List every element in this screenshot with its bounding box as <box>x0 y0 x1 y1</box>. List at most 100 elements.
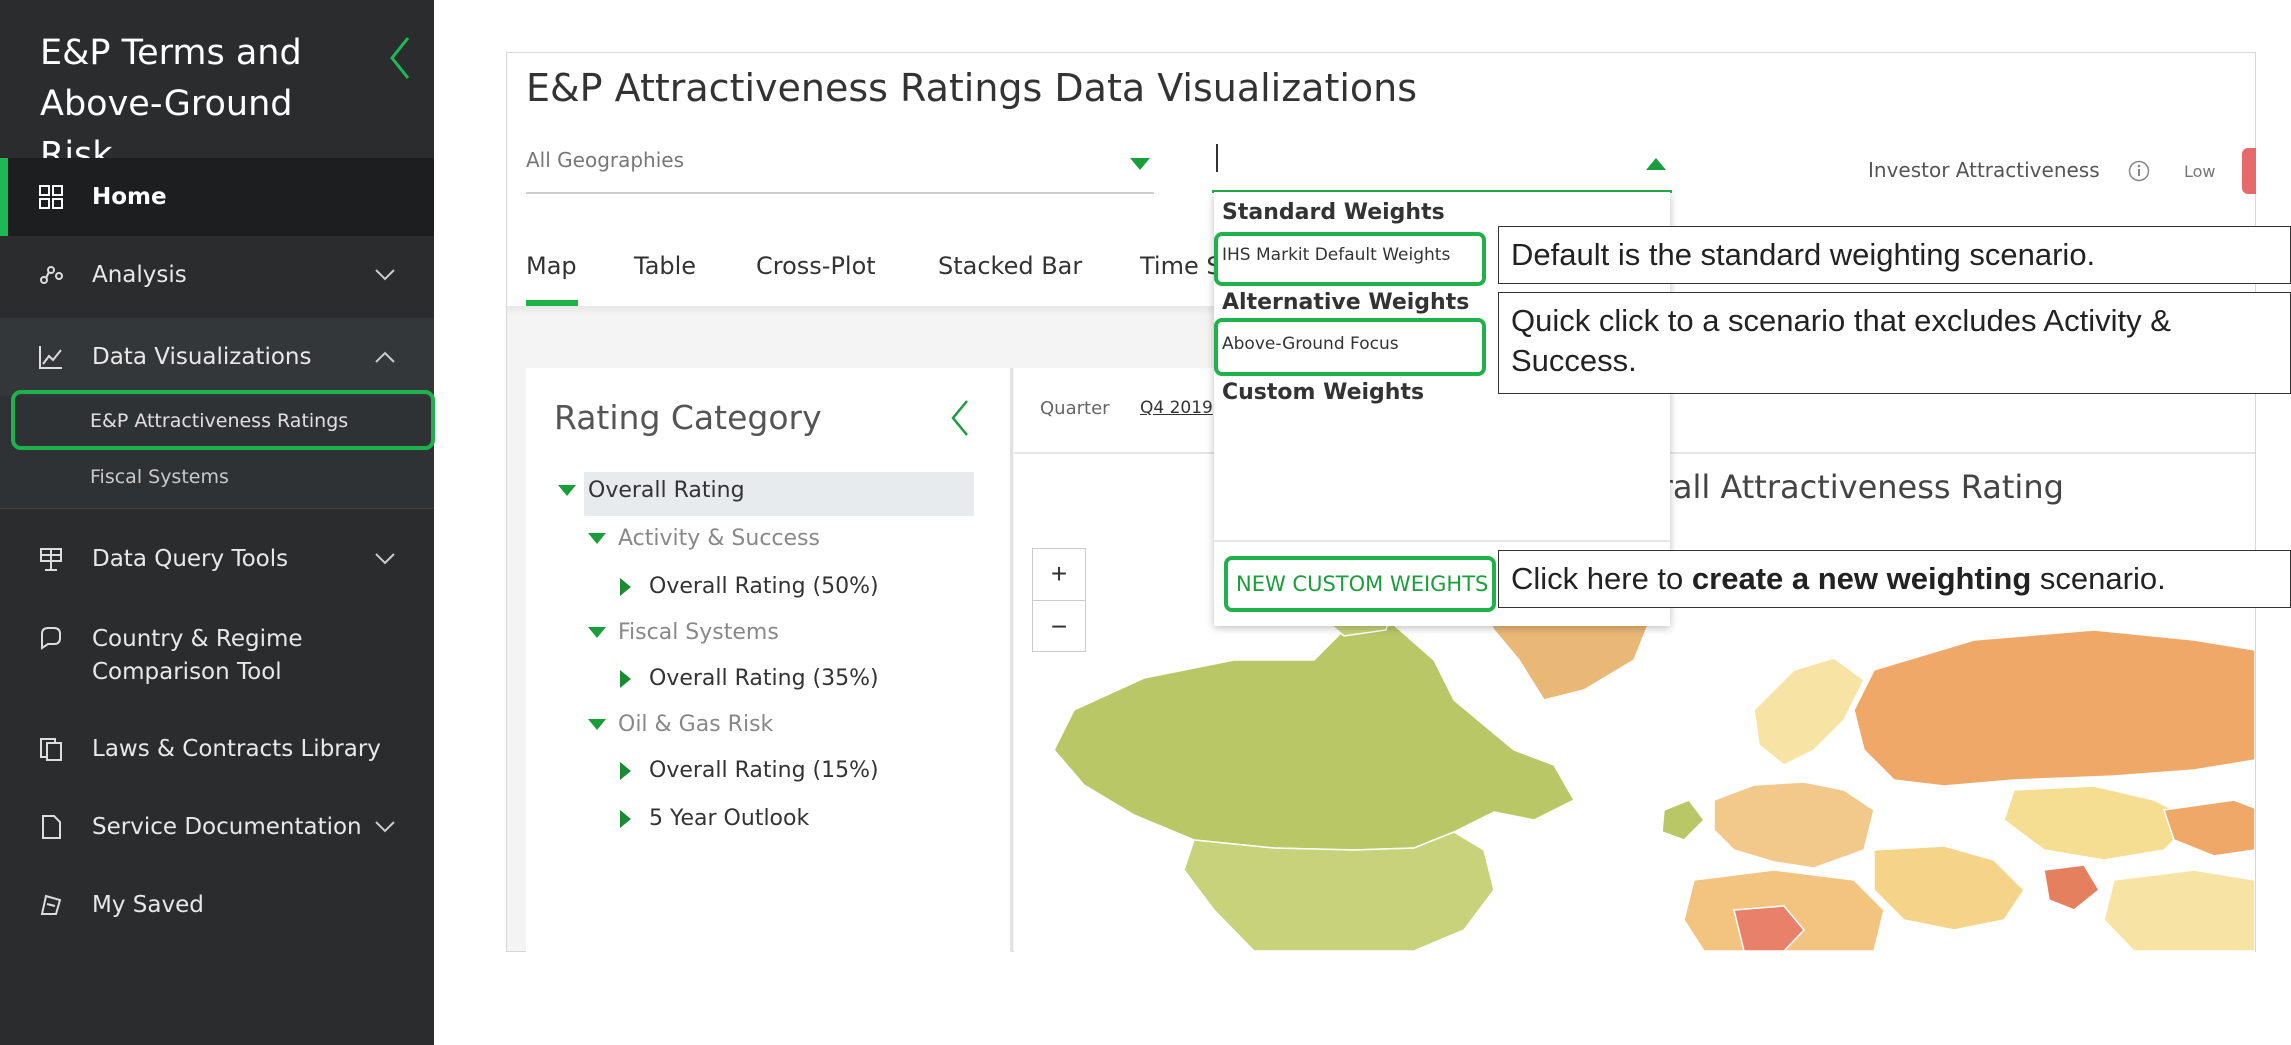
tab-stacked-bar[interactable]: Stacked Bar <box>938 252 1082 280</box>
tree-item-activity-success[interactable]: Activity & Success <box>588 526 820 551</box>
sidebar-item-my-saved[interactable]: My Saved <box>0 866 434 944</box>
map-region-russia <box>1853 629 2255 787</box>
tree-item-5-year-outlook[interactable]: 5 Year Outlook <box>620 806 809 831</box>
chevron-down-icon <box>375 821 395 833</box>
map-region-europe <box>1713 781 1875 869</box>
sidebar-item-analysis[interactable]: Analysis <box>0 236 434 314</box>
map-title: erall Attractiveness Rating <box>1640 468 2064 506</box>
collapse-sidebar-icon[interactable] <box>388 34 412 82</box>
callout-above-ground-focus: Quick click to a scenario that excludes … <box>1498 292 2291 394</box>
quarter-select[interactable]: Q4 2019 <box>1140 398 1213 418</box>
map-region-north-america <box>1053 624 1576 851</box>
map-region-uk <box>1661 799 1705 841</box>
collapse-panel-icon[interactable] <box>950 398 970 438</box>
tree-item-label: Oil & Gas Risk <box>618 712 774 737</box>
tab-table[interactable]: Table <box>634 252 696 280</box>
compare-icon <box>41 627 61 650</box>
sidebar-item-label: Data Query Tools <box>92 546 289 572</box>
tree-item-overall-rating-50[interactable]: Overall Rating (50%) <box>620 574 879 599</box>
info-icon[interactable] <box>2128 160 2150 182</box>
tree-item-fiscal-systems[interactable]: Fiscal Systems <box>588 620 779 645</box>
expanded-icon <box>558 485 576 496</box>
sidebar-item-data-visualizations[interactable]: Data Visualizations <box>0 318 434 396</box>
caret-down-icon[interactable] <box>1130 158 1150 170</box>
tree-item-oil-gas-risk[interactable]: Oil & Gas Risk <box>588 712 773 737</box>
tree-item-overall-rating[interactable]: Overall Rating <box>558 478 745 503</box>
tab-time-series[interactable]: Time S <box>1140 252 1222 280</box>
highlight-box <box>1214 232 1486 286</box>
tree-item-overall-rating-15[interactable]: Overall Rating (15%) <box>620 758 879 783</box>
sidebar-item-label: Data Visualizations <box>92 344 312 370</box>
sidebar-item-label: Country & Regime Comparison Tool <box>92 626 303 685</box>
alternative-weights-header: Alternative Weights <box>1222 290 1470 315</box>
collapsed-icon <box>620 809 631 828</box>
expanded-icon <box>588 533 606 544</box>
sidebar-item-home[interactable]: Home <box>0 158 434 236</box>
callout-default-weights: Default is the standard weighting scenar… <box>1498 226 2291 284</box>
chevron-down-icon <box>375 269 395 281</box>
expanded-icon <box>588 719 606 730</box>
query-icon <box>40 548 62 571</box>
tree-item-overall-rating-35[interactable]: Overall Rating (35%) <box>620 666 879 691</box>
rating-category-title: Rating Category <box>554 398 822 437</box>
tree-item-label: Overall Rating (15%) <box>649 758 879 783</box>
callout-bold-text: create a new weighting <box>1691 561 2032 596</box>
standard-weights-header: Standard Weights <box>1222 200 1445 225</box>
sidebar-item-laws-contracts[interactable]: Laws & Contracts Library <box>0 710 434 788</box>
tree-item-label: Overall Rating <box>588 478 745 503</box>
tab-cross-plot[interactable]: Cross-Plot <box>756 252 876 280</box>
sidebar-item-label: My Saved <box>92 892 204 918</box>
page-title: E&P Attractiveness Ratings Data Visualiz… <box>526 66 1418 110</box>
callout-text: scenario. <box>2031 561 2166 596</box>
map-region-mongolia <box>2163 799 2255 857</box>
map-region-central-asia <box>2003 785 2196 861</box>
map-region-scandinavia <box>1753 657 1865 766</box>
sidebar-item-label: Laws & Contracts Library <box>92 736 381 762</box>
sidebar-item-data-query-tools[interactable]: Data Query Tools <box>0 520 434 598</box>
text-cursor <box>1216 144 1218 172</box>
expanded-icon <box>588 627 606 638</box>
line-chart-icon <box>39 346 62 369</box>
sidebar-item-service-documentation[interactable]: Service Documentation <box>0 788 434 866</box>
zoom-in-button[interactable]: + <box>1032 548 1086 600</box>
highlight-box <box>1214 318 1486 376</box>
sidebar-subitem-fiscal-systems[interactable]: Fiscal Systems <box>90 466 229 488</box>
rating-category-panel <box>526 368 1013 952</box>
analysis-icon <box>40 266 63 284</box>
saved-icon <box>40 894 62 915</box>
collapsed-icon <box>620 577 631 596</box>
map-region-usa <box>1183 831 1495 951</box>
geography-select-value: All Geographies <box>526 148 685 172</box>
highlight-box <box>1224 556 1496 612</box>
investor-attractiveness-label: Investor Attractiveness <box>1868 158 2100 182</box>
highlight-box <box>11 390 435 450</box>
collapsed-icon <box>620 761 631 780</box>
sidebar-item-label: Home <box>92 184 167 210</box>
weights-select[interactable] <box>1212 140 1672 193</box>
library-icon <box>40 738 62 761</box>
tree-item-label: Overall Rating (35%) <box>649 666 879 691</box>
map-region-china <box>2103 869 2255 951</box>
custom-weights-header: Custom Weights <box>1222 380 1425 405</box>
sidebar-item-country-regime[interactable]: Country & Regime Comparison Tool <box>0 618 434 694</box>
map-region-middle-east <box>1873 845 2025 931</box>
sidebar-item-label: Analysis <box>92 262 187 288</box>
tree-item-label: Fiscal Systems <box>618 620 779 645</box>
tab-map[interactable]: Map <box>526 252 577 280</box>
chevron-up-icon <box>375 351 395 363</box>
divider <box>1214 540 1670 542</box>
zoom-out-button[interactable]: − <box>1032 600 1086 652</box>
tree-item-label: Overall Rating (50%) <box>649 574 879 599</box>
document-icon <box>42 815 61 839</box>
caret-up-icon[interactable] <box>1646 158 1666 170</box>
grid-icon <box>39 185 63 209</box>
legend-swatch <box>2242 148 2256 194</box>
legend-low-label: Low <box>2184 162 2216 181</box>
callout-text: Click here to <box>1511 561 1692 596</box>
sidebar-item-label: Service Documentation <box>92 814 362 840</box>
chevron-down-icon <box>375 553 395 565</box>
callout-new-custom-weights: Click here to create a new weighting sce… <box>1498 550 2291 608</box>
tree-item-label: 5 Year Outlook <box>649 806 810 831</box>
collapsed-icon <box>620 669 631 688</box>
quarter-label: Quarter <box>1040 398 1110 419</box>
